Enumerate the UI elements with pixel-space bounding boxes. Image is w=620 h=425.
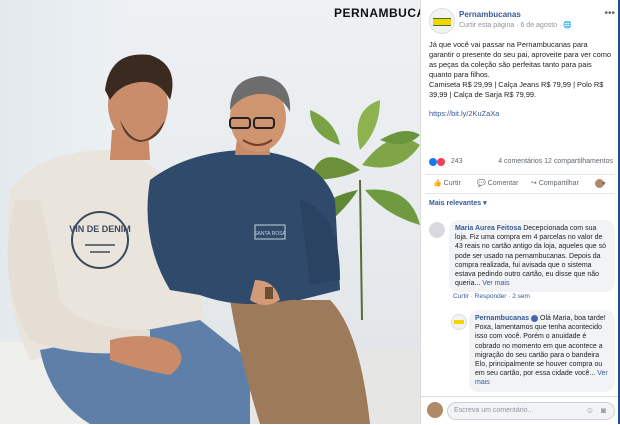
like-reaction-icon: [429, 158, 437, 166]
more-options-icon[interactable]: •••: [604, 8, 615, 19]
comment-input[interactable]: Escreva um comentário... ☺ ◙: [447, 402, 615, 420]
post-header: Pernambucanas Curtir esta página · 6 de …: [429, 8, 615, 34]
comments-sort-dropdown[interactable]: Mais relevantes ▾: [429, 199, 487, 207]
verified-badge-icon: [531, 314, 539, 322]
reply-author[interactable]: Pernambucanas: [475, 315, 529, 322]
reply-bubble: Pernambucanas Olá Maria, boa tarde! Poxa…: [469, 310, 615, 392]
share-icon: ↪: [531, 180, 537, 187]
user-avatar[interactable]: [427, 402, 443, 418]
thumbs-up-icon: 👍: [433, 180, 442, 187]
emoji-icon[interactable]: ☺: [586, 406, 594, 415]
camera-icon[interactable]: ◙: [601, 406, 606, 415]
comment-text: Decepcionada com sua loja. Fiz uma compr…: [455, 225, 606, 288]
reactions-summary[interactable]: 243 4 comentários 12 compartilhamentos: [429, 157, 613, 169]
profile-switch-icon[interactable]: ▾: [595, 179, 606, 188]
reply-page-avatar[interactable]: [451, 314, 467, 330]
comment-actions[interactable]: Curtir · Responder · 2 sem: [453, 293, 530, 300]
page-name[interactable]: Pernambucanas: [459, 10, 521, 19]
share-button[interactable]: ↪ Compartilhar: [531, 179, 579, 187]
photo-scene: VIN DE DENIM SANTA ROSA: [0, 54, 420, 424]
comment-button[interactable]: 💬 Comentar: [477, 179, 518, 187]
see-more-link[interactable]: Ver mais: [482, 280, 509, 287]
write-comment-bar: Escreva um comentário... ☺ ◙: [421, 396, 620, 425]
love-reaction-icon: [436, 158, 445, 166]
comment-bubble: Maria Aurea Feitosa Decepcionada com sua…: [449, 220, 615, 293]
svg-text:SANTA ROSA: SANTA ROSA: [254, 231, 286, 237]
ad-photo[interactable]: PERNAMBUCANAS: [0, 0, 420, 424]
comment-author[interactable]: Maria Aurea Feitosa: [455, 225, 521, 232]
page-subline: Curtir esta página · 6 de agosto · 🌐: [459, 22, 572, 29]
commenter-avatar[interactable]: [429, 222, 445, 238]
page-avatar[interactable]: [429, 8, 455, 34]
post-link[interactable]: https://bit.ly/2KuZaXa: [429, 109, 499, 118]
like-button[interactable]: 👍 Curtir: [433, 179, 461, 187]
post-body: Já que você vai passar na Pernambucanas …: [429, 40, 613, 119]
svg-text:VIN DE DENIM: VIN DE DENIM: [69, 224, 131, 234]
facebook-post-panel: Pernambucanas Curtir esta página · 6 de …: [420, 0, 620, 425]
comment-icon: 💬: [477, 180, 486, 187]
post-text: Já que você vai passar na Pernambucanas …: [429, 40, 611, 79]
reaction-icons: [429, 158, 445, 166]
reaction-count[interactable]: 243: [451, 158, 463, 165]
comments-shares-count[interactable]: 4 comentários 12 compartilhamentos: [498, 158, 613, 165]
post-actions-bar: 👍 Curtir 💬 Comentar ↪ Compartilhar ▾: [425, 174, 615, 194]
comment-placeholder: Escreva um comentário...: [454, 407, 534, 414]
reply-text: Olá Maria, boa tarde! Poxa, lamentamos q…: [475, 315, 606, 378]
post-prices: Camiseta R$ 29,99 | Calça Jeans R$ 79,99…: [429, 80, 604, 99]
